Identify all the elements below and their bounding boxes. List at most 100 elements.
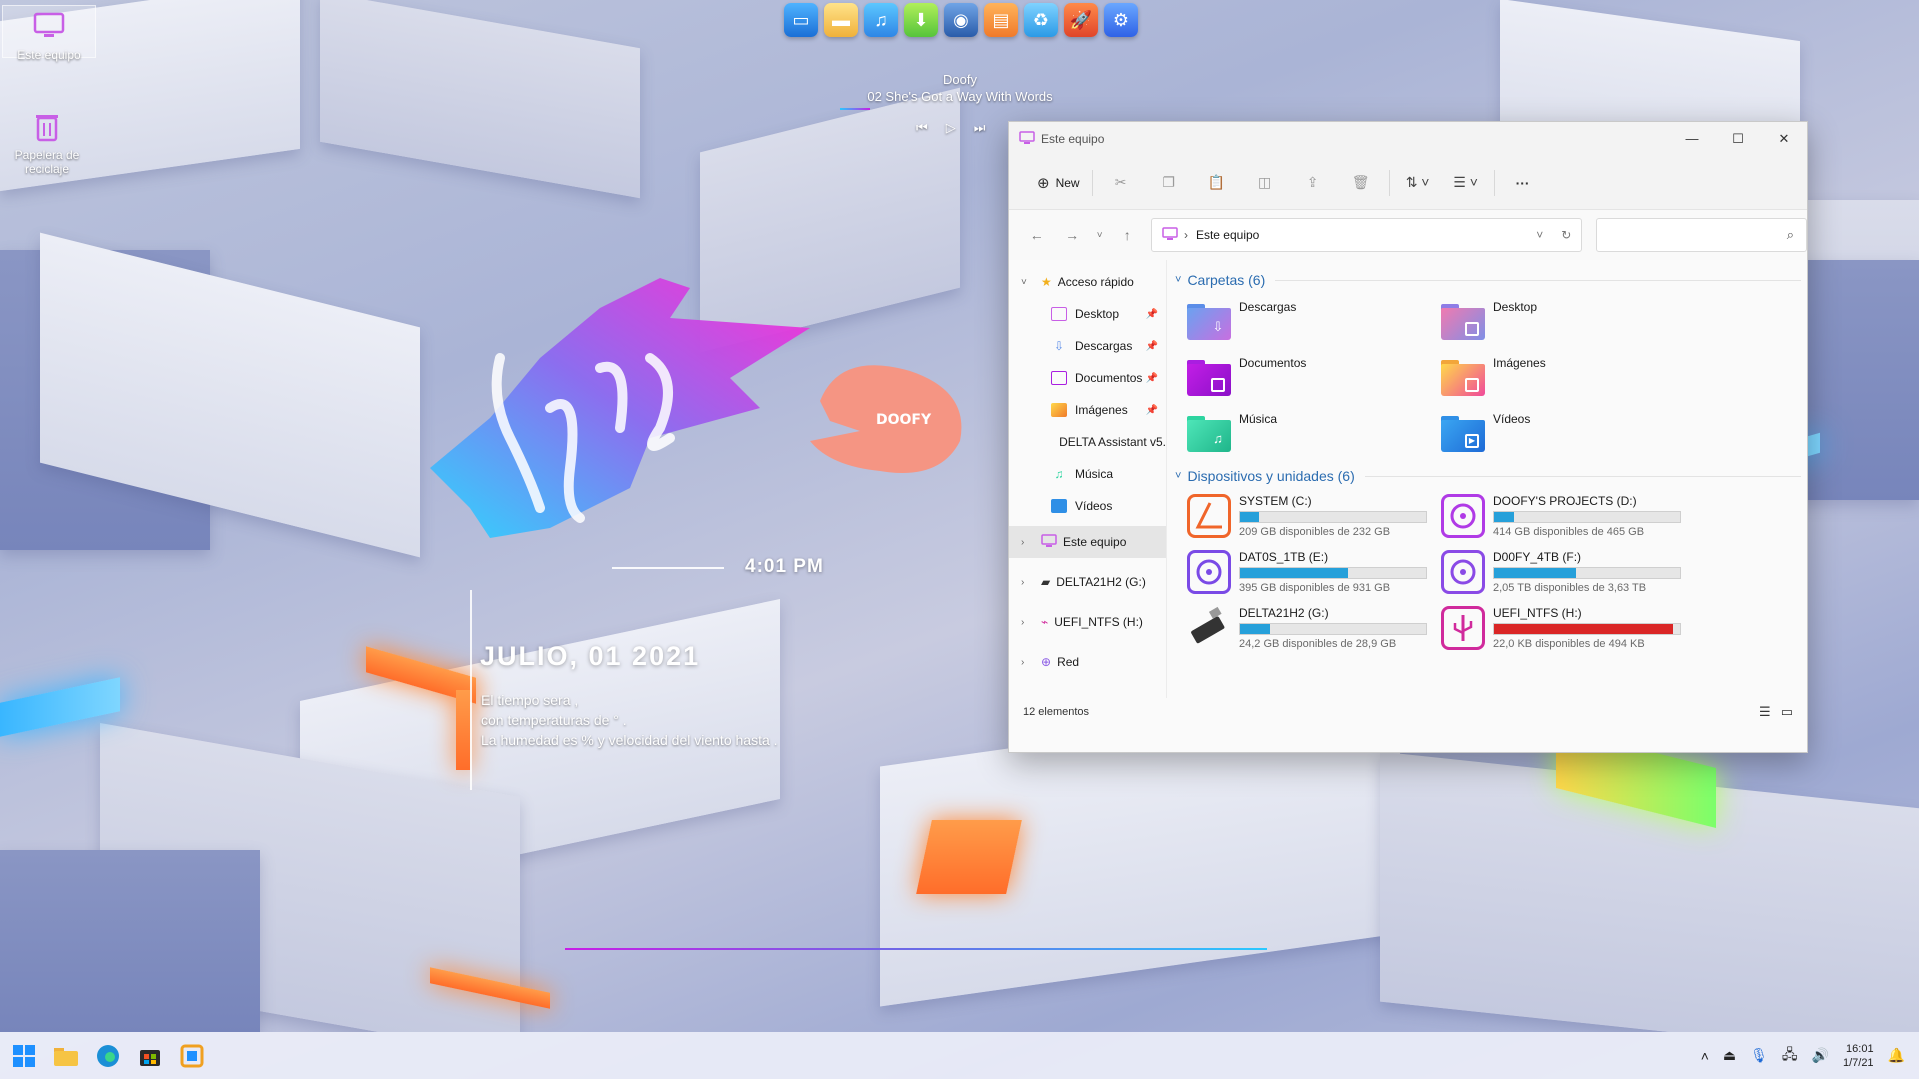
- drive-item-d[interactable]: DOOFY'S PROJECTS (D:) 414 GB disponibles…: [1441, 494, 1695, 540]
- drive-item-c[interactable]: SYSTEM (C:) 209 GB disponibles de 232 GB: [1187, 494, 1441, 540]
- music-icon[interactable]: ♫: [864, 3, 898, 37]
- close-button[interactable]: ✕: [1761, 131, 1807, 147]
- chevron-down-icon: ˅: [1175, 470, 1182, 482]
- sidebar-item-videos[interactable]: Vídeos: [1009, 490, 1166, 522]
- usb-eject-icon[interactable]: ⏏: [1723, 1047, 1736, 1064]
- maximize-button[interactable]: ☐: [1715, 131, 1761, 147]
- sidebar-item-downloads[interactable]: ⇩ Descargas 📌: [1009, 330, 1166, 362]
- view-icon[interactable]: ☰ ˅: [1442, 174, 1490, 191]
- folder-item-pictures[interactable]: Imágenes: [1441, 354, 1695, 398]
- tiles-view-icon[interactable]: ▭: [1781, 704, 1793, 720]
- file-explorer-taskbar-icon[interactable]: [52, 1042, 80, 1070]
- chevron-up-icon[interactable]: ˄: [1701, 1048, 1709, 1064]
- network-icon[interactable]: 🖧: [1782, 1044, 1798, 1068]
- desktop-icon-recycle-bin[interactable]: Papelera de reciclaje: [0, 106, 94, 176]
- drive-free-space: 2,05 TB disponibles de 3,63 TB: [1493, 582, 1647, 594]
- sidebar-item-desktop[interactable]: Desktop 📌: [1009, 298, 1166, 330]
- minimize-button[interactable]: —: [1669, 131, 1715, 147]
- taskbar-clock[interactable]: 16:01 1/7/21: [1843, 1042, 1874, 1070]
- devices-section-header[interactable]: ˅ Dispositivos y unidades (6): [1175, 464, 1801, 488]
- sidebar-item-drive-h[interactable]: › ⌁ UEFI_NTFS (H:): [1009, 606, 1166, 638]
- title-bar[interactable]: Este equipo — ☐ ✕: [1009, 122, 1807, 156]
- monitor-icon[interactable]: ▭: [784, 3, 818, 37]
- back-icon[interactable]: ←: [1019, 227, 1054, 243]
- search-icon: ⌕: [1786, 227, 1794, 242]
- play-icon[interactable]: ▷: [946, 120, 956, 136]
- desktop-folder-icon: [1051, 307, 1067, 321]
- sidebar-item-music[interactable]: ♫ Música: [1009, 458, 1166, 490]
- hard-disk-icon: [1187, 550, 1231, 594]
- folder-item-desktop[interactable]: Desktop: [1441, 298, 1695, 342]
- details-view-icon[interactable]: ☰: [1759, 704, 1771, 720]
- desktop-icon-this-pc[interactable]: Este equipo: [2, 5, 96, 62]
- folder-item-downloads[interactable]: ⇩ Descargas: [1187, 298, 1441, 342]
- drive-item-g[interactable]: DELTA21H2 (G:) 24,2 GB disponibles de 28…: [1187, 606, 1441, 652]
- drive-item-h[interactable]: UEFI_NTFS (H:) 22,0 KB disponibles de 49…: [1441, 606, 1695, 652]
- refresh-icon[interactable]: ↻: [1561, 228, 1571, 242]
- usb-icon: ⌁: [1041, 615, 1049, 629]
- drive-item-f[interactable]: D00FY_4TB (F:) 2,05 TB disponibles de 3,…: [1441, 550, 1695, 596]
- navigation-bar: ← → ˅ ↑ › Este equipo ˅ ↻ ⌕: [1009, 210, 1807, 260]
- clock-date: JULIO, 01 2021: [480, 641, 701, 671]
- media-track: 02 She's Got a Way With Words: [867, 89, 1053, 104]
- doofy-logo-text: DOOFY: [876, 412, 932, 428]
- recent-chevron-icon[interactable]: ˅: [1090, 230, 1110, 241]
- rocket-icon[interactable]: 🚀: [1064, 3, 1098, 37]
- drive-usage-bar: [1239, 567, 1427, 579]
- sidebar-item-quick-access[interactable]: ˅ ★ Acceso rápido: [1009, 266, 1166, 298]
- gear-icon[interactable]: ⚙: [1104, 3, 1138, 37]
- copy-icon[interactable]: ❐: [1145, 174, 1193, 191]
- store-icon[interactable]: [136, 1042, 164, 1070]
- calendar-icon[interactable]: ▤: [984, 3, 1018, 37]
- pin-icon: 📌: [1145, 372, 1158, 384]
- drive-usage-bar: [1239, 511, 1427, 523]
- folder-item-documents[interactable]: Documentos: [1187, 354, 1441, 398]
- delete-icon[interactable]: 🗑: [1337, 174, 1385, 191]
- drive-free-space: 22,0 KB disponibles de 494 KB: [1493, 638, 1645, 650]
- paste-icon[interactable]: 📋: [1193, 174, 1241, 191]
- drive-name: UEFI_NTFS (H:): [1493, 606, 1582, 620]
- music-icon: ♫: [1054, 467, 1064, 481]
- download-icon[interactable]: ⬇: [904, 3, 938, 37]
- folder-item-videos[interactable]: ▶ Vídeos: [1441, 410, 1695, 454]
- drive-usage-bar: [1493, 567, 1681, 579]
- sort-icon[interactable]: ⇅ ˅: [1394, 174, 1442, 191]
- more-icon[interactable]: ···: [1499, 175, 1547, 191]
- drive-icon[interactable]: ▬: [824, 3, 858, 37]
- command-bar: ⊕ New ✂ ❐ 📋 ◫ ⇪ 🗑 ⇅ ˅ ☰ ˅ ···: [1009, 156, 1807, 210]
- pictures-folder-icon: [1441, 360, 1485, 396]
- sidebar-item-delta-assistant[interactable]: DELTA Assistant v5.: [1009, 426, 1166, 458]
- rename-icon[interactable]: ◫: [1241, 174, 1289, 191]
- address-dropdown-icon[interactable]: ˅: [1536, 228, 1543, 242]
- drive-item-e[interactable]: DAT0S_1TB (E:) 395 GB disponibles de 931…: [1187, 550, 1441, 596]
- microphone-icon[interactable]: 🎙: [1750, 1047, 1768, 1064]
- sidebar-item-pictures[interactable]: Imágenes 📌: [1009, 394, 1166, 426]
- folder-item-music[interactable]: ♫ Música: [1187, 410, 1441, 454]
- sidebar-item-network[interactable]: › ⊕ Red: [1009, 646, 1166, 678]
- camera-icon[interactable]: ◉: [944, 3, 978, 37]
- breadcrumb[interactable]: Este equipo: [1196, 228, 1259, 242]
- edge-browser-icon[interactable]: [94, 1042, 122, 1070]
- top-dock: ▭ ▬ ♫ ⬇ ◉ ▤ ♻ 🚀 ⚙: [784, 3, 1138, 37]
- notification-icon[interactable]: 🔔: [1888, 1047, 1905, 1064]
- folders-section-header[interactable]: ˅ Carpetas (6): [1175, 268, 1801, 292]
- cut-icon[interactable]: ✂: [1097, 174, 1145, 191]
- up-icon[interactable]: ↑: [1110, 227, 1145, 243]
- sidebar-item-documents[interactable]: Documentos 📌: [1009, 362, 1166, 394]
- forward-icon[interactable]: →: [1054, 227, 1089, 243]
- volume-icon[interactable]: 🔊: [1812, 1047, 1829, 1064]
- app-taskbar-icon[interactable]: [178, 1042, 206, 1070]
- sidebar-item-label: Vídeos: [1075, 499, 1113, 513]
- next-icon[interactable]: ⏭: [974, 120, 986, 136]
- recycle-icon[interactable]: ♻: [1024, 3, 1058, 37]
- search-input[interactable]: ⌕: [1596, 218, 1807, 252]
- sidebar-item-label: Desktop: [1075, 307, 1120, 321]
- sidebar-item-this-pc[interactable]: › Este equipo: [1009, 526, 1166, 558]
- address-bar[interactable]: › Este equipo ˅ ↻: [1150, 218, 1583, 252]
- breadcrumb-separator-icon: ›: [1183, 228, 1188, 242]
- previous-icon[interactable]: ⏮: [916, 120, 928, 136]
- sidebar-item-drive-g[interactable]: › ▰ DELTA21H2 (G:): [1009, 566, 1166, 598]
- share-icon[interactable]: ⇪: [1289, 174, 1337, 191]
- new-button[interactable]: ⊕ New: [1029, 168, 1088, 198]
- start-button[interactable]: [10, 1042, 38, 1070]
